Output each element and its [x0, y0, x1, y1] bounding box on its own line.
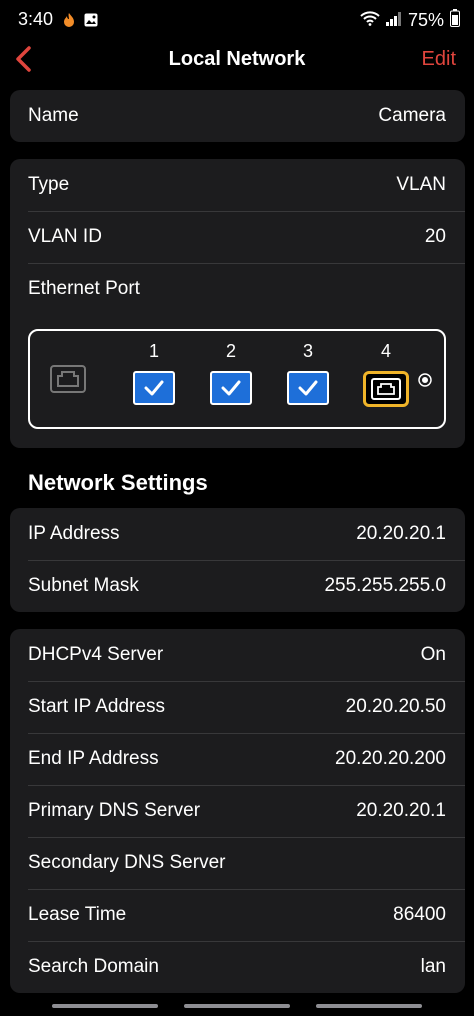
port-1: 1: [129, 341, 179, 405]
vlan-card: Type VLAN VLAN ID 20 Ethernet Port 1 2 3: [10, 159, 465, 448]
nav-bar: Local Network Edit: [0, 40, 474, 80]
subnet-mask-row[interactable]: Subnet Mask 255.255.255.0: [10, 560, 465, 612]
ethernet-port-label: Ethernet Port: [28, 278, 140, 299]
ip-address-label: IP Address: [28, 523, 120, 544]
name-value: Camera: [378, 105, 446, 126]
primary-dns-value: 20.20.20.1: [356, 800, 446, 821]
checkmark-icon: [221, 380, 241, 396]
port-4: 4: [361, 341, 411, 407]
end-ip-row[interactable]: End IP Address 20.20.20.200: [10, 733, 465, 785]
gesture-bar: [316, 1004, 422, 1008]
port-number: 2: [225, 341, 236, 361]
edit-button[interactable]: Edit: [422, 48, 456, 71]
type-row[interactable]: Type VLAN: [10, 159, 465, 211]
battery-icon: [450, 9, 460, 32]
subnet-mask-label: Subnet Mask: [28, 575, 139, 596]
status-bar: 3:40 75%: [0, 0, 474, 40]
name-card: Name Camera: [10, 90, 465, 142]
start-ip-row[interactable]: Start IP Address 20.20.20.50: [10, 681, 465, 733]
gesture-bar: [52, 1004, 158, 1008]
end-ip-label: End IP Address: [28, 748, 159, 769]
fire-icon: [62, 12, 76, 33]
subnet-mask-value: 255.255.255.0: [324, 575, 446, 596]
network-settings-card: IP Address 20.20.20.1 Subnet Mask 255.25…: [10, 508, 465, 612]
type-value: VLAN: [396, 174, 446, 195]
dhcp-server-label: DHCPv4 Server: [28, 644, 164, 665]
port-number: 1: [148, 341, 159, 361]
port-number: 4: [380, 341, 391, 361]
port-checkbox[interactable]: [133, 371, 175, 405]
port-checkbox[interactable]: [210, 371, 252, 405]
ethernet-port-row: Ethernet Port: [10, 263, 465, 315]
secondary-dns-row[interactable]: Secondary DNS Server: [10, 837, 465, 889]
gallery-icon: [84, 13, 98, 32]
checkmark-icon: [298, 380, 318, 396]
signal-icon: [385, 10, 402, 31]
checkmark-icon: [144, 380, 164, 396]
dhcp-card: DHCPv4 Server On Start IP Address 20.20.…: [10, 629, 465, 993]
vlan-id-value: 20: [424, 226, 446, 247]
page-title: Local Network: [168, 48, 306, 70]
network-settings-heading: Network Settings: [28, 470, 208, 495]
search-domain-label: Search Domain: [28, 956, 159, 977]
ip-address-value: 20.20.20.1: [356, 523, 446, 544]
status-time: 3:40: [18, 9, 54, 29]
port-lan-toggle[interactable]: [363, 371, 409, 407]
name-row[interactable]: Name Camera: [10, 90, 465, 142]
secondary-dns-label: Secondary DNS Server: [28, 852, 226, 873]
port-number: 3: [302, 341, 313, 361]
port-3: 3: [283, 341, 333, 405]
lease-time-label: Lease Time: [28, 904, 127, 925]
wifi-icon: [360, 10, 380, 31]
search-domain-value: lan: [420, 956, 446, 977]
ethernet-port-icon: [50, 365, 86, 398]
dhcp-server-value: On: [420, 644, 446, 665]
end-ip-value: 20.20.20.200: [335, 748, 446, 769]
battery-level: 75%: [407, 10, 444, 30]
search-domain-row[interactable]: Search Domain lan: [10, 941, 465, 993]
ethernet-port-selector: 1 2 3 4: [28, 329, 446, 429]
vlan-id-row[interactable]: VLAN ID 20: [10, 211, 465, 263]
ip-address-row[interactable]: IP Address 20.20.20.1: [10, 508, 465, 560]
type-label: Type: [28, 174, 70, 195]
name-label: Name: [28, 105, 79, 126]
start-ip-value: 20.20.20.50: [345, 696, 446, 717]
start-ip-label: Start IP Address: [28, 696, 165, 717]
lease-time-row[interactable]: Lease Time 86400: [10, 889, 465, 941]
lease-time-value: 86400: [393, 904, 446, 925]
lan-port-icon: [371, 378, 401, 400]
primary-dns-row[interactable]: Primary DNS Server 20.20.20.1: [10, 785, 465, 837]
port-checkbox[interactable]: [287, 371, 329, 405]
radio-dot-icon[interactable]: [418, 373, 432, 392]
gesture-bar: [184, 1004, 290, 1008]
primary-dns-label: Primary DNS Server: [28, 800, 201, 821]
vlan-id-label: VLAN ID: [28, 226, 102, 247]
port-2: 2: [206, 341, 256, 405]
dhcp-server-row[interactable]: DHCPv4 Server On: [10, 629, 465, 681]
